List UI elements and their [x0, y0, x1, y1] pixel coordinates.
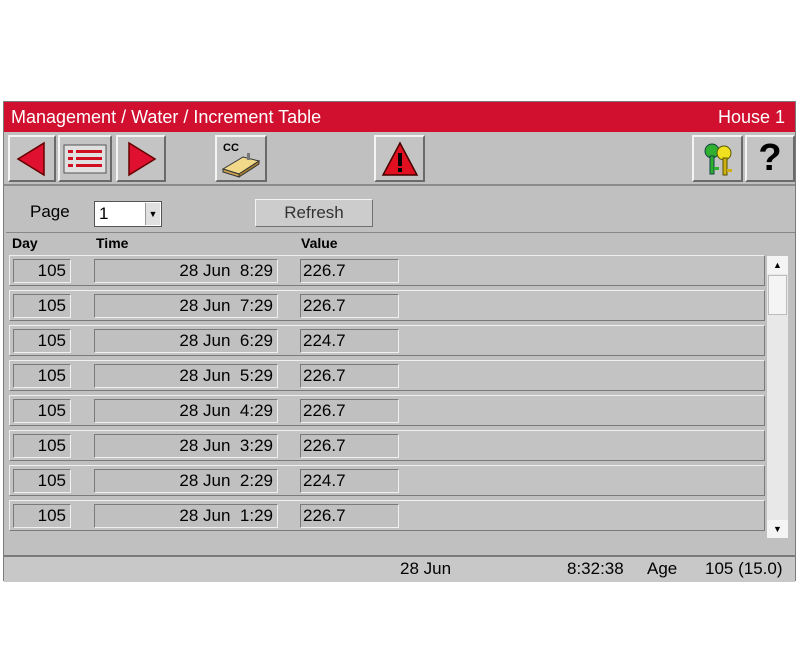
time-cell: 28 Jun 5:29	[94, 364, 278, 388]
cc-label: CC	[223, 142, 239, 154]
day-cell: 105	[13, 399, 71, 423]
refresh-button[interactable]: Refresh	[255, 199, 373, 227]
table-scrollbar[interactable]: ▲ ▼	[767, 256, 788, 538]
value-cell: 226.7	[300, 399, 399, 423]
window-title: Management / Water / Increment Table	[11, 107, 322, 127]
list-button[interactable]	[58, 135, 112, 182]
value-cell: 224.7	[300, 329, 399, 353]
status-bar: 28 Jun 8:32:38 Age 105 (15.0)	[4, 555, 795, 582]
status-time: 8:32:38	[567, 559, 624, 578]
value-cell: 226.7	[300, 434, 399, 458]
title-bar: Management / Water / Increment Table Hou…	[4, 102, 795, 132]
value-cell: 226.7	[300, 259, 399, 283]
column-header-value: Value	[301, 235, 338, 251]
day-cell: 105	[13, 434, 71, 458]
time-cell: 28 Jun 8:29	[94, 259, 278, 283]
time-cell: 28 Jun 4:29	[94, 399, 278, 423]
table-row[interactable]: 105 28 Jun 5:29 226.7	[9, 360, 765, 391]
table-row[interactable]: 105 28 Jun 7:29 226.7	[9, 290, 765, 321]
table-row[interactable]: 105 28 Jun 1:29 226.7	[9, 500, 765, 531]
time-cell: 28 Jun 7:29	[94, 294, 278, 318]
page-select-value: 1	[99, 204, 109, 223]
controls-bar: Page 1 ▼ Refresh	[4, 188, 795, 230]
cc-house-icon: CC	[221, 142, 261, 178]
table-row[interactable]: 105 28 Jun 6:29 224.7	[9, 325, 765, 356]
help-button[interactable]: ?	[745, 135, 795, 182]
table-row[interactable]: 105 28 Jun 2:29 224.7	[9, 465, 765, 496]
status-age-label: Age	[647, 559, 678, 578]
day-cell: 105	[13, 329, 71, 353]
value-cell: 226.7	[300, 294, 399, 318]
page-select[interactable]: 1 ▼	[94, 201, 162, 227]
toolbar: CC ?	[4, 132, 795, 186]
alarm-warning-icon	[381, 140, 418, 176]
keys-button[interactable]	[692, 135, 743, 182]
day-cell: 105	[13, 469, 71, 493]
status-age-value: 105 (15.0)	[705, 559, 783, 578]
table-row[interactable]: 105 28 Jun 3:29 226.7	[9, 430, 765, 461]
increment-table: 105 28 Jun 8:29 226.7 105 28 Jun 7:29 22…	[9, 255, 765, 538]
time-cell: 28 Jun 3:29	[94, 434, 278, 458]
value-cell: 226.7	[300, 364, 399, 388]
day-cell: 105	[13, 364, 71, 388]
cc-house-button[interactable]: CC	[215, 135, 267, 182]
time-cell: 28 Jun 6:29	[94, 329, 278, 353]
forward-arrow-icon	[128, 141, 157, 176]
back-arrow-icon	[16, 141, 45, 176]
scroll-thumb[interactable]	[768, 275, 787, 315]
scroll-up-icon[interactable]: ▲	[767, 256, 788, 274]
house-label: House 1	[717, 107, 785, 127]
forward-button[interactable]	[116, 135, 166, 182]
column-header-day: Day	[12, 235, 38, 251]
time-cell: 28 Jun 1:29	[94, 504, 278, 528]
table-row[interactable]: 105 28 Jun 8:29 226.7	[9, 255, 765, 286]
alarm-button[interactable]	[374, 135, 425, 182]
page-label: Page	[30, 202, 70, 221]
chevron-down-icon[interactable]: ▼	[145, 203, 160, 225]
back-button[interactable]	[8, 135, 56, 182]
day-cell: 105	[13, 294, 71, 318]
scroll-down-icon[interactable]: ▼	[767, 520, 788, 538]
keys-icon	[704, 143, 732, 175]
time-cell: 28 Jun 2:29	[94, 469, 278, 493]
value-cell: 226.7	[300, 504, 399, 528]
day-cell: 105	[13, 504, 71, 528]
day-cell: 105	[13, 259, 71, 283]
status-date: 28 Jun	[400, 559, 452, 578]
table-row[interactable]: 105 28 Jun 4:29 226.7	[9, 395, 765, 426]
column-header-time: Time	[96, 235, 129, 251]
app-window: Management / Water / Increment Table Hou…	[3, 101, 796, 582]
list-icon	[63, 144, 107, 173]
help-icon: ?	[758, 137, 782, 179]
table-header: Day Time Value	[6, 232, 795, 253]
value-cell: 224.7	[300, 469, 399, 493]
